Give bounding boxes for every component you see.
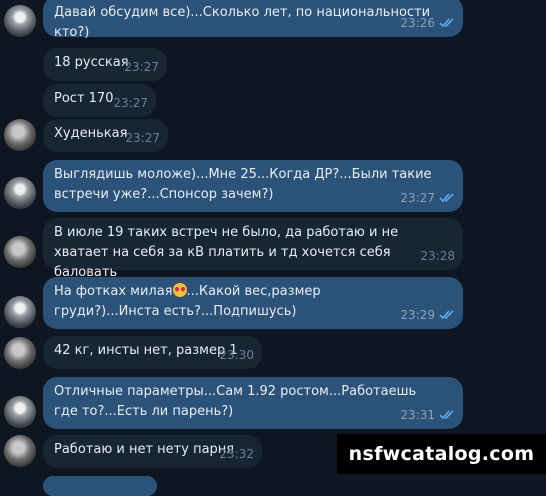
message-incoming[interactable]: В июле 19 таких встреч не было, да работ… (43, 218, 463, 280)
avatar[interactable] (4, 337, 36, 369)
message-outgoing[interactable]: Давай обсудим все)...Сколько лет, по нац… (43, 0, 463, 40)
message-time: 23:27 (113, 96, 148, 110)
heart-eyes-emoji (172, 283, 187, 297)
message-time: 23:27 (400, 191, 435, 205)
avatar[interactable] (4, 236, 36, 268)
double-check-icon (439, 193, 454, 203)
message-outgoing[interactable]: Выглядишь моложе)...Мне 25...Когда ДР?..… (43, 160, 463, 212)
message-meta: 23:29 (400, 305, 455, 325)
message-text: Выглядишь моложе)...Мне 25...Когда ДР?..… (54, 167, 432, 202)
avatar[interactable] (4, 119, 36, 151)
message-time: 23:27 (125, 131, 160, 145)
message-time: 23:29 (400, 308, 435, 322)
message-time: 23:32 (219, 447, 254, 461)
message-meta: 23:31 (400, 405, 455, 425)
message-text: Давай обсудим все)...Сколько лет, по нац… (54, 5, 431, 40)
message-time: 23:26 (400, 16, 435, 30)
message-time: 23:31 (400, 408, 435, 422)
message-meta: 23:27 (125, 128, 160, 148)
message-incoming[interactable]: Работаю и нет нету парня 23:32 (43, 435, 262, 468)
message-incoming[interactable]: 42 кг, инсты нет, размер 1 23:30 (43, 336, 262, 369)
message-text-part: На фотках милая (54, 284, 173, 299)
avatar[interactable] (4, 296, 36, 328)
message-time: 23:27 (124, 60, 159, 74)
message-meta: 23:28 (420, 246, 455, 266)
avatar[interactable] (4, 396, 36, 428)
watermark: nsfwcatalog.com (337, 434, 546, 474)
message-incoming[interactable]: 18 русская 23:27 (43, 48, 167, 81)
chat-area: Давай обсудим все)...Сколько лет, по нац… (0, 0, 546, 496)
message-meta: 23:27 (124, 57, 159, 77)
avatar[interactable] (4, 177, 36, 209)
message-outgoing[interactable]: На фотках милая ...Какой вес,размер груди… (43, 277, 463, 329)
message-time: 23:30 (219, 348, 254, 362)
message-meta: 23:30 (219, 345, 254, 365)
message-text: Отличные параметры...Сам 1.92 ростом...Р… (54, 384, 417, 419)
message-incoming[interactable]: Рост 170 23:27 (43, 84, 156, 117)
message-text: На фотках милая ...Какой вес,размер груди… (54, 282, 453, 322)
message-outgoing-partial[interactable] (43, 476, 157, 496)
double-check-icon (439, 18, 454, 28)
message-meta: 23:27 (113, 93, 148, 113)
avatar[interactable] (4, 5, 36, 37)
avatar[interactable] (4, 435, 36, 467)
double-check-icon (439, 410, 454, 420)
double-check-icon (439, 310, 454, 320)
message-time: 23:28 (420, 249, 455, 263)
message-incoming[interactable]: Худенькая 23:27 (43, 119, 168, 152)
message-meta: 23:27 (400, 188, 455, 208)
message-outgoing[interactable]: Отличные параметры...Сам 1.92 ростом...Р… (43, 377, 463, 429)
message-meta: 23:32 (219, 444, 254, 464)
message-text: В июле 19 таких встреч не было, да работ… (54, 225, 399, 280)
message-meta: 23:26 (400, 13, 455, 33)
